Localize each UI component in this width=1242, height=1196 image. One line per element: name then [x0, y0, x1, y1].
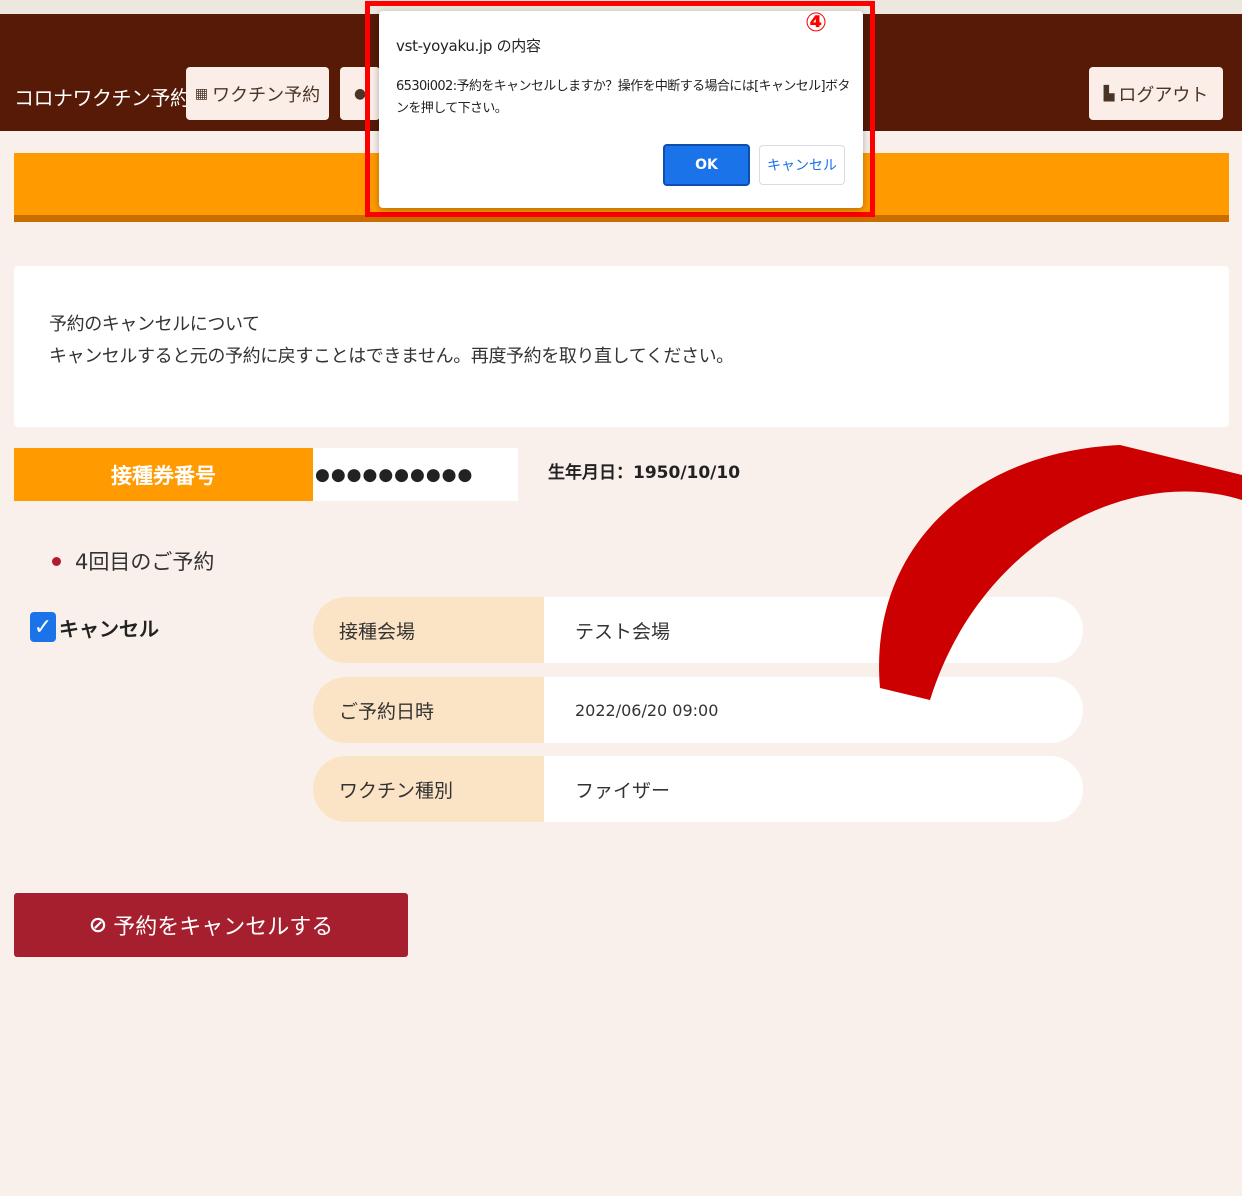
dialog-cancel-button[interactable]: キャンセル	[759, 145, 845, 185]
datetime-value: 2022/06/20 09:00	[575, 700, 719, 720]
logout-label: ログアウト	[1118, 84, 1209, 106]
vaccine-reservation-label: ワクチン予約	[212, 84, 321, 106]
confirm-dialog: vst-yoyaku.jp の内容 6530i002:予約をキャンセルしますか？…	[379, 11, 863, 208]
vaccine-type-value: ファイザー	[575, 779, 671, 802]
dialog-title: vst-yoyaku.jp の内容	[396, 37, 541, 55]
calendar-icon: ▦	[194, 85, 209, 102]
vaccine-type-row: ワクチン種別 ファイザー	[313, 756, 1083, 822]
dialog-message: 6530i002:予約をキャンセルしますか？操作を中断する場合には[キャンセル]…	[396, 79, 850, 116]
vaccine-type-key: ワクチン種別	[313, 756, 544, 822]
annotation-arrow	[879, 445, 1242, 700]
logout-button[interactable]: ▙ ログアウト	[1089, 67, 1223, 120]
cancel-reservation-button[interactable]: ⊘ 予約をキャンセルする	[14, 893, 408, 957]
ban-icon: ⊘	[88, 912, 108, 938]
cancel-reservation-label: 予約をキャンセルする	[113, 915, 334, 940]
birth-date-label: 生年月日：	[548, 463, 633, 483]
curved-arrow-icon	[879, 445, 1242, 700]
vaccine-reservation-button[interactable]: ▦ ワクチン予約	[186, 67, 329, 120]
datetime-key: ご予約日時	[313, 677, 544, 743]
reservation-round-title: 4回目のご予約	[52, 546, 214, 576]
step-number-badge: ④	[805, 8, 828, 38]
cancel-checkbox[interactable]: ✓	[30, 612, 56, 642]
birth-date: 生年月日：1950/10/10	[548, 458, 740, 483]
cancel-checkbox-label: キャンセル	[59, 616, 159, 641]
notice-body: キャンセルすると元の予約に戻すことはできません。再度予約を取り直してください。	[49, 346, 734, 367]
ticket-number-label: 接種券番号	[14, 448, 313, 501]
notice-box: 予約のキャンセルについて キャンセルすると元の予約に戻すことはできません。再度予…	[14, 266, 1229, 427]
notice-title: 予約のキャンセルについて	[49, 314, 260, 335]
venue-value: テスト会場	[575, 620, 671, 643]
ticket-number-value: ●●●●●●●●●●	[313, 448, 518, 501]
brand-title: コロナワクチン予約	[14, 86, 190, 110]
birth-date-value: 1950/10/10	[633, 463, 741, 483]
venue-key: 接種会場	[313, 597, 544, 663]
reservation-round-label: 4回目のご予約	[75, 550, 215, 574]
bullet-dot-icon	[52, 556, 61, 566]
cancel-checkbox-group[interactable]: ✓ キャンセル	[30, 612, 159, 642]
door-icon: ▙	[1103, 85, 1115, 102]
dialog-ok-button[interactable]: OK	[663, 144, 750, 186]
